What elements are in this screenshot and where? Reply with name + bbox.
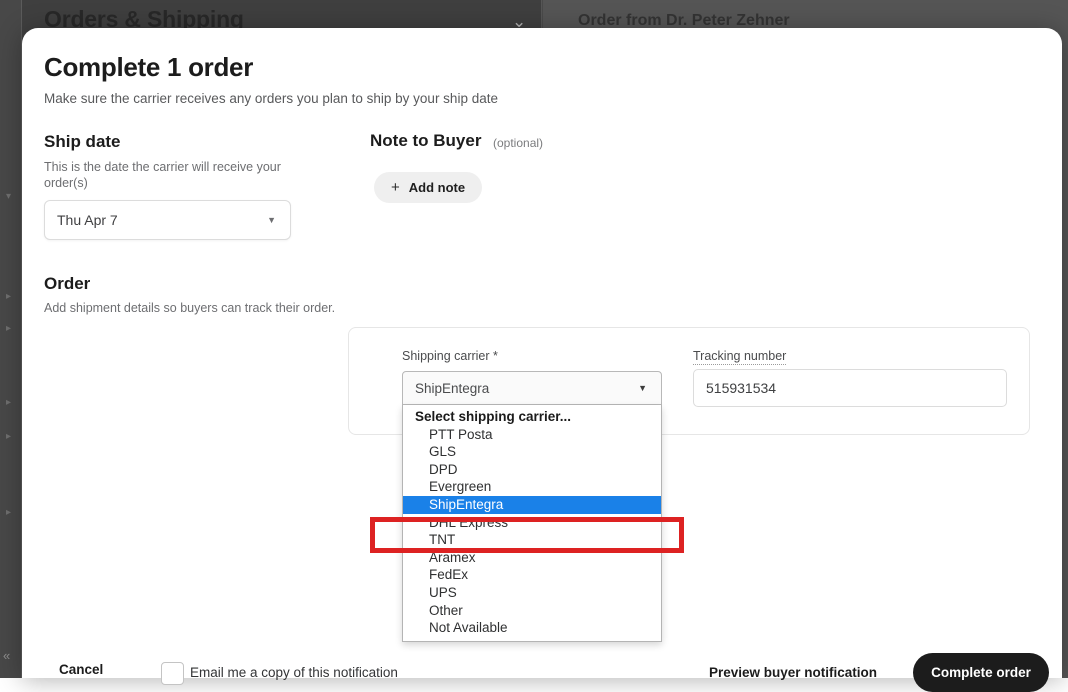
ship-date-heading: Ship date [44,132,121,152]
note-to-buyer-heading: Note to Buyer [370,131,481,151]
plus-icon: + [391,180,400,195]
shipping-carrier-select[interactable]: ShipEntegra ▼ [402,371,662,405]
rail-mark-icon: ▸ [6,432,16,442]
dropdown-option-item[interactable]: Not Available [403,619,661,637]
ship-date-select[interactable]: Thu Apr 7 ▼ [44,200,291,240]
dropdown-option-item[interactable]: Other [403,602,661,620]
dropdown-option-item[interactable]: Aramex [403,549,661,567]
note-to-buyer-optional-tag: (optional) [493,136,543,150]
dropdown-option-item[interactable]: DHL Express [403,514,661,532]
dropdown-option-item[interactable]: Evergreen [403,478,661,496]
dropdown-option-item[interactable]: UPS [403,584,661,602]
dropdown-option-item[interactable]: FedEx [403,566,661,584]
ship-date-help-text: This is the date the carrier will receiv… [44,159,289,191]
complete-order-modal: Complete 1 order Make sure the carrier r… [22,28,1062,678]
order-section-heading: Order [44,274,90,294]
email-copy-checkbox[interactable] [161,662,184,685]
shipping-carrier-label: Shipping carrier * [402,349,498,363]
cancel-button[interactable]: Cancel [59,662,103,677]
chevron-down-icon: ▼ [267,215,276,225]
add-note-label: Add note [409,180,465,195]
ship-date-value: Thu Apr 7 [57,212,118,228]
add-note-button[interactable]: + Add note [374,172,482,203]
dropdown-option-item[interactable]: TNT [403,531,661,549]
tracking-number-input[interactable]: 515931534 [693,369,1007,407]
dropdown-option-item[interactable]: GLS [403,443,661,461]
order-section-help-text: Add shipment details so buyers can track… [44,301,335,315]
tracking-number-label: Tracking number [693,349,786,365]
tracking-number-value: 515931534 [706,380,776,396]
shipping-carrier-value: ShipEntegra [415,381,489,396]
dropdown-option-item[interactable]: PTT Posta [403,426,661,444]
rail-mark-icon: ▾ [6,192,16,202]
modal-subtitle: Make sure the carrier receives any order… [44,91,498,106]
collapse-sidebar-icon: « [3,649,10,662]
dropdown-option-item[interactable]: ShipEntegra [403,496,661,514]
shipping-carrier-dropdown[interactable]: Select shipping carrier...PTT PostaGLSDP… [402,405,662,642]
dropdown-placeholder-item[interactable]: Select shipping carrier... [403,408,661,426]
rail-mark-icon: ▸ [6,398,16,408]
complete-order-button[interactable]: Complete order [913,653,1049,692]
chevron-down-icon: ▼ [638,383,647,393]
background-left-rail: ▾ ▸ ▸ ▸ ▸ ▸ « [0,0,22,678]
dropdown-option-item[interactable]: DPD [403,461,661,479]
rail-mark-icon: ▸ [6,508,16,518]
modal-title: Complete 1 order [44,52,253,83]
rail-mark-icon: ▸ [6,292,16,302]
rail-mark-icon: ▸ [6,324,16,334]
